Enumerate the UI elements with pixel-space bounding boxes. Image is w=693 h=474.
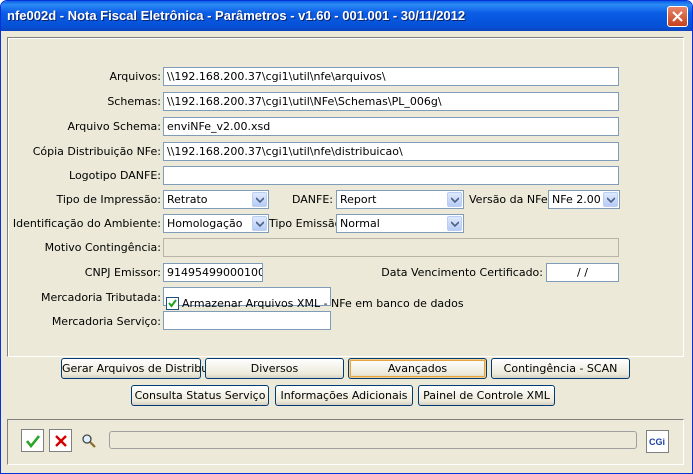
informacoes-adicionais-button[interactable]: Informações Adicionais: [275, 385, 413, 406]
tipo-impressao-select[interactable]: Retrato: [163, 190, 269, 209]
tipo-impressao-value: Retrato: [167, 193, 208, 206]
cnpj-emissor-input[interactable]: 91495499000100: [163, 263, 263, 282]
chevron-down-icon[interactable]: [252, 216, 267, 231]
contingencia-scan-button[interactable]: Contingência - SCAN: [491, 358, 630, 379]
title-bar[interactable]: nfe002d - Nota Fiscal Eletrônica - Parâm…: [1, 1, 692, 31]
cnpj-emissor-label: CNPJ Emissor:: [84, 266, 161, 279]
close-button[interactable]: [667, 6, 688, 27]
cancel-button[interactable]: [49, 429, 72, 452]
danfe-value: Report: [340, 193, 377, 206]
logotipo-danfe-input[interactable]: [163, 166, 619, 185]
checkmark-icon: [168, 299, 177, 308]
cgi-logo-text: CGi: [649, 437, 666, 447]
mercadoria-servico-label: Mercadoria Serviço:: [51, 315, 161, 328]
confirm-button[interactable]: [21, 429, 44, 452]
versao-nfe-label: Versão da NFe:: [469, 193, 552, 206]
arquivos-label: Arquivos:: [109, 70, 161, 83]
schemas-input[interactable]: \\192.168.200.37\cgi1\util\NFe\Schemas\P…: [163, 92, 619, 111]
versao-nfe-select[interactable]: NFe 2.00: [548, 190, 620, 209]
identificacao-ambiente-value: Homologação: [167, 217, 243, 230]
cgi-logo: CGi: [646, 430, 669, 453]
arquivo-schema-label: Arquivo Schema:: [67, 120, 161, 133]
chevron-down-icon[interactable]: [603, 192, 618, 207]
x-icon: [55, 435, 67, 447]
chevron-down-icon[interactable]: [252, 192, 267, 207]
data-vencimento-label: Data Vencimento Certificado:: [381, 266, 543, 279]
checkmark-icon: [26, 435, 40, 448]
close-icon: [672, 11, 683, 22]
copia-distribuicao-input[interactable]: \\192.168.200.37\cgi1\util\nfe\distribui…: [163, 142, 619, 161]
mercadoria-tributada-label: Mercadoria Tributada:: [41, 291, 161, 304]
copia-distribuicao-label: Cópia Distribuição NFe:: [32, 145, 161, 158]
armazenar-xml-checkbox[interactable]: [166, 297, 179, 310]
identificacao-ambiente-label: Identificação do Ambiente:: [12, 217, 161, 230]
tipo-emissao-label: Tipo Emissão:: [269, 217, 346, 230]
schemas-label: Schemas:: [107, 95, 161, 108]
gerar-distribuicao-button[interactable]: Gerar Arquivos de Distribuição: [61, 358, 231, 379]
arquivo-schema-input[interactable]: enviNFe_v2.00.xsd: [163, 117, 619, 136]
painel-controle-xml-button[interactable]: Painel de Controle XML: [418, 385, 555, 406]
magnifier-icon: [82, 434, 96, 448]
consulta-status-button[interactable]: Consulta Status Serviço: [131, 385, 269, 406]
avancados-button[interactable]: Avançados: [348, 358, 487, 379]
tipo-impressao-label: Tipo de Impressão:: [56, 193, 161, 206]
motivo-contingencia-input[interactable]: [163, 238, 619, 257]
danfe-select[interactable]: Report: [336, 190, 464, 209]
tipo-emissao-value: Normal: [340, 217, 380, 230]
identificacao-ambiente-select[interactable]: Homologação: [163, 214, 269, 233]
chevron-down-icon[interactable]: [447, 192, 462, 207]
window-title: nfe002d - Nota Fiscal Eletrônica - Parâm…: [7, 8, 466, 23]
versao-nfe-value: NFe 2.00: [552, 193, 601, 206]
data-vencimento-input[interactable]: / /: [546, 263, 619, 282]
arquivos-input[interactable]: \\192.168.200.37\cgi1\util\nfe\arquivos\: [163, 67, 619, 86]
chevron-down-icon[interactable]: [447, 216, 462, 231]
tipo-emissao-select[interactable]: Normal: [336, 214, 464, 233]
app-window: nfe002d - Nota Fiscal Eletrônica - Parâm…: [0, 0, 693, 474]
motivo-contingencia-label: Motivo Contingência:: [44, 241, 161, 254]
status-bar: [109, 431, 637, 449]
diversos-button[interactable]: Diversos: [205, 358, 344, 379]
mercadoria-servico-input[interactable]: [163, 311, 331, 330]
danfe-label: DANFE:: [291, 193, 333, 206]
armazenar-xml-label: Armazenar Arquivos XML - NFe em banco de…: [182, 297, 464, 310]
logotipo-danfe-label: Logotipo DANFE:: [69, 169, 161, 182]
search-button[interactable]: [77, 429, 100, 452]
